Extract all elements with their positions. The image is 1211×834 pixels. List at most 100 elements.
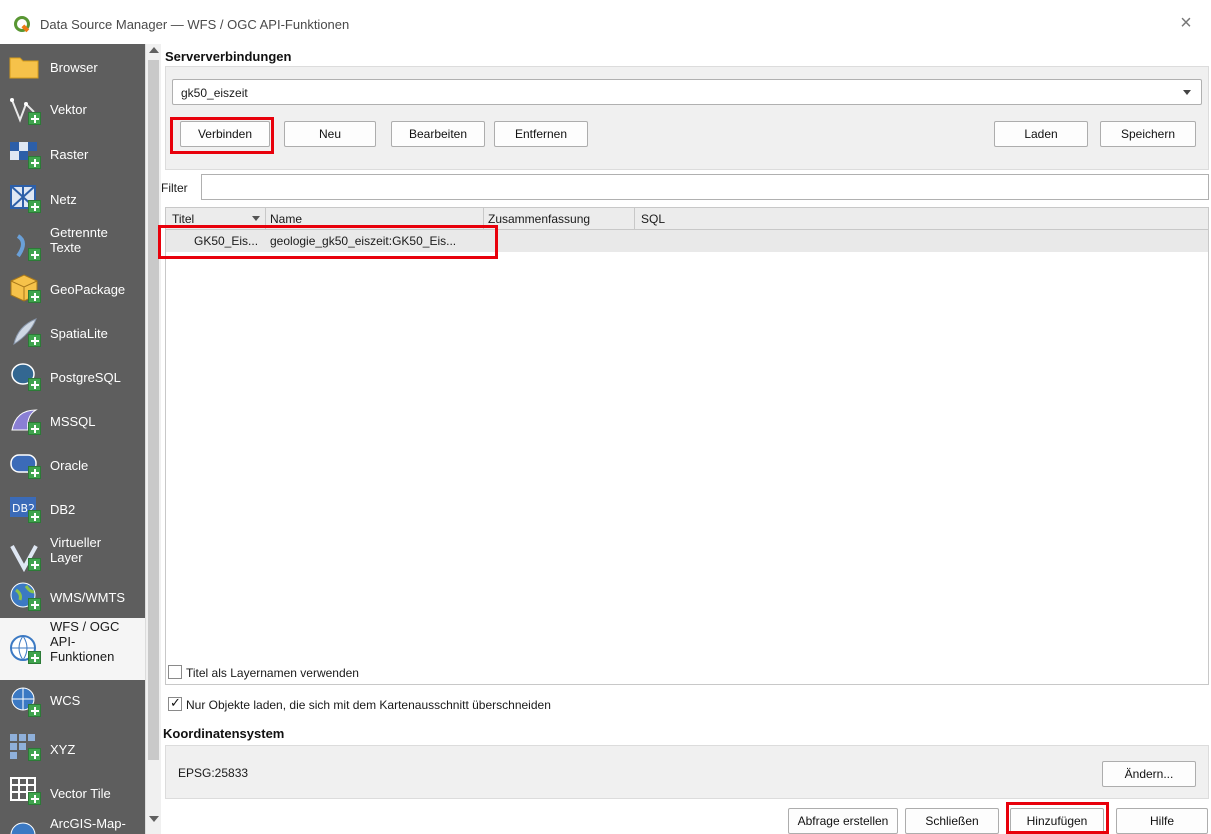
scroll-down-icon[interactable]: [149, 816, 159, 822]
filter-input[interactable]: [201, 174, 1209, 200]
column-divider[interactable]: [634, 208, 635, 230]
sidebar-item-netz[interactable]: Netz: [0, 176, 145, 220]
table-row[interactable]: GK50_Eis... geologie_gk50_eiszeit:GK50_E…: [166, 230, 1208, 252]
save-button[interactable]: Speichern: [1100, 121, 1196, 147]
qgis-logo-icon: [14, 16, 30, 33]
sidebar-item-label: PostgreSQL: [50, 370, 121, 385]
layer-table: Titel Name Zusammenfassung SQL GK50_Eis.…: [165, 207, 1209, 685]
sidebar-item-label: WMS/WMTS: [50, 590, 126, 605]
crs-group: EPSG:25833 Ändern...: [165, 745, 1209, 799]
connection-select-value: gk50_eiszeit: [181, 86, 248, 100]
window-title: Data Source Manager — WFS / OGC API-Funk…: [40, 17, 350, 32]
crs-title: Koordinatensystem: [163, 726, 285, 741]
add-badge-icon: [28, 510, 41, 523]
edit-button[interactable]: Bearbeiten: [391, 121, 485, 147]
sort-descending-icon: [252, 216, 260, 221]
sidebar-item-mssql[interactable]: MSSQL: [0, 398, 145, 442]
folder-icon: [9, 57, 39, 79]
add-badge-icon: [28, 334, 41, 347]
add-badge-icon: [28, 378, 41, 391]
add-button[interactable]: Hinzufügen: [1010, 808, 1104, 834]
column-divider[interactable]: [265, 208, 266, 230]
sidebar-item-label: MSSQL: [50, 414, 96, 429]
server-connections-group: gk50_eiszeit Verbinden Neu Bearbeiten En…: [165, 66, 1209, 170]
column-header-name[interactable]: Name: [270, 212, 302, 226]
sidebar-item-label: WCS: [50, 693, 81, 708]
arcgis-icon: [10, 822, 36, 834]
add-badge-icon: [28, 466, 41, 479]
column-header-summary[interactable]: Zusammenfassung: [488, 212, 590, 226]
sidebar-item-wcs[interactable]: WCS: [0, 680, 145, 724]
cell-name: geologie_gk50_eiszeit:GK50_Eis...: [270, 234, 457, 248]
change-crs-button[interactable]: Ändern...: [1102, 761, 1196, 787]
sidebar-item-label: WFS / OGC API- Funktionen: [50, 619, 120, 664]
sidebar-item-getrennte-texte[interactable]: Getrennte Texte: [0, 220, 145, 268]
sidebar-item-vector-tile[interactable]: Vector Tile: [0, 768, 145, 812]
add-badge-icon: [28, 704, 41, 717]
sidebar-item-postgresql[interactable]: PostgreSQL: [0, 354, 145, 398]
sidebar-item-label: Getrennte Texte: [50, 225, 108, 255]
sidebar-item-wms-wmts[interactable]: WMS/WMTS: [0, 574, 145, 618]
add-badge-icon: [28, 792, 41, 805]
server-connections-title: Serververbindungen: [165, 49, 292, 64]
column-header-title[interactable]: Titel: [172, 212, 194, 226]
source-sidebar: Browser Vektor Raster Netz Getrennte Tex…: [0, 44, 145, 834]
add-badge-icon: [28, 200, 41, 213]
add-badge-icon: [28, 290, 41, 303]
sidebar-item-label: Vektor: [50, 102, 87, 117]
scroll-thumb[interactable]: [148, 60, 159, 760]
main-panel: Serververbindungen gk50_eiszeit Verbinde…: [158, 44, 1211, 834]
use-title-checkbox[interactable]: [168, 665, 182, 679]
sidebar-item-arcgis[interactable]: ArcGIS-Map-: [0, 812, 145, 834]
filter-label: Filter: [161, 181, 188, 195]
scroll-up-icon[interactable]: [149, 47, 159, 53]
sidebar-item-label: GeoPackage: [50, 282, 126, 297]
sidebar-item-geopackage[interactable]: GeoPackage: [0, 266, 145, 310]
sidebar-item-label: Browser: [50, 60, 98, 75]
help-button[interactable]: Hilfe: [1116, 808, 1208, 834]
add-badge-icon: [28, 558, 41, 571]
sidebar-item-wfs-ogc[interactable]: WFS / OGC API- Funktionen: [0, 618, 145, 680]
sidebar-item-raster[interactable]: Raster: [0, 132, 145, 176]
sidebar-item-label: Raster: [50, 147, 89, 162]
connect-button[interactable]: Verbinden: [180, 121, 270, 147]
sidebar-item-label: XYZ: [50, 742, 76, 757]
sidebar-item-label: Vector Tile: [50, 786, 111, 801]
close-button[interactable]: Schließen: [905, 808, 999, 834]
sidebar-item-label: DB2: [50, 502, 76, 517]
remove-button[interactable]: Entfernen: [494, 121, 588, 147]
title-bar: Data Source Manager — WFS / OGC API-Funk…: [0, 0, 1211, 44]
load-button[interactable]: Laden: [994, 121, 1088, 147]
sidebar-item-db2[interactable]: DB2 DB2: [0, 486, 145, 530]
sidebar-item-browser[interactable]: Browser: [0, 44, 145, 88]
crs-value: EPSG:25833: [178, 766, 249, 780]
column-header-sql[interactable]: SQL: [641, 212, 665, 226]
sidebar-scrollbar[interactable]: [145, 44, 161, 834]
cell-title: GK50_Eis...: [194, 234, 259, 248]
connection-select[interactable]: gk50_eiszeit: [172, 79, 1202, 105]
only-intersecting-label: Nur Objekte laden, die sich mit dem Kart…: [186, 698, 551, 712]
sidebar-item-vektor[interactable]: Vektor: [0, 88, 145, 132]
column-divider[interactable]: [483, 208, 484, 230]
sidebar-item-virtueller-layer[interactable]: Virtueller Layer: [0, 530, 145, 578]
table-header: Titel Name Zusammenfassung SQL: [166, 208, 1208, 230]
sidebar-item-label: SpatiaLite: [50, 326, 108, 341]
sidebar-item-oracle[interactable]: Oracle: [0, 442, 145, 486]
sidebar-item-label: Netz: [50, 192, 77, 207]
sidebar-item-xyz[interactable]: XYZ: [0, 724, 145, 768]
add-badge-icon: [28, 248, 41, 261]
sidebar-item-label: Virtueller Layer: [50, 535, 102, 565]
add-badge-icon: [28, 748, 41, 761]
use-title-label: Titel als Layernamen verwenden: [186, 666, 359, 680]
add-badge-icon: [28, 112, 41, 125]
build-query-button[interactable]: Abfrage erstellen: [788, 808, 898, 834]
add-badge-icon: [28, 598, 41, 611]
sidebar-item-label: Oracle: [50, 458, 89, 473]
only-intersecting-checkbox[interactable]: [168, 695, 182, 711]
sidebar-item-spatialite[interactable]: SpatiaLite: [0, 310, 145, 354]
close-icon[interactable]: ×: [1175, 12, 1197, 34]
add-badge-icon: [28, 156, 41, 169]
new-button[interactable]: Neu: [284, 121, 376, 147]
add-badge-icon: [28, 422, 41, 435]
sidebar-item-label: ArcGIS-Map-: [50, 816, 126, 831]
